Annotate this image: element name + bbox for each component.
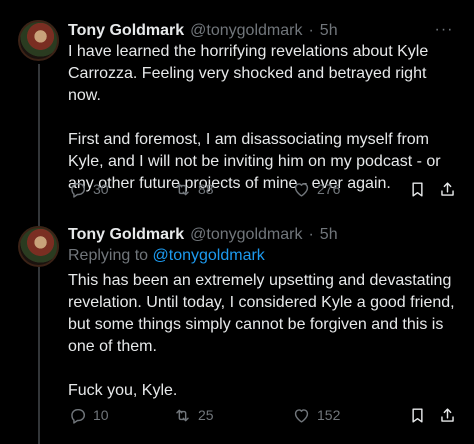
retweet-count: 88 — [198, 181, 214, 197]
reply-button[interactable]: 30 — [68, 180, 109, 199]
reply-bubble-icon — [71, 408, 86, 424]
tweet-actions: 10 25 152 — [68, 403, 458, 427]
retweet-count: 25 — [198, 407, 214, 423]
like-count: 276 — [317, 181, 341, 197]
replying-prefix: Replying to — [68, 247, 149, 264]
avatar[interactable] — [18, 226, 59, 267]
share-icon — [441, 407, 454, 422]
share-button[interactable] — [438, 406, 457, 425]
tweet-text: I have learned the horrifying revelation… — [68, 41, 463, 195]
tweet-paragraph: I have learned the horrifying revelation… — [68, 43, 429, 104]
reply-count: 30 — [93, 181, 109, 197]
reply-bubble-icon — [71, 182, 86, 198]
tweet-paragraph: This has been an extremely upsetting and… — [68, 272, 455, 355]
tweet-header: Tony Goldmark @tonygoldmark · 5h — [68, 225, 338, 245]
tweet-actions: 30 88 276 — [68, 177, 458, 201]
retweet-icon — [176, 409, 189, 421]
like-count: 152 — [317, 407, 341, 423]
share-button[interactable] — [438, 180, 457, 199]
reply-button[interactable]: 10 — [68, 406, 109, 425]
reply-count: 10 — [93, 407, 109, 423]
author-handle[interactable]: @tonygoldmark — [190, 22, 302, 40]
bookmark-button[interactable] — [408, 406, 427, 425]
tweet-header: Tony Goldmark @tonygoldmark · 5h — [68, 21, 338, 41]
replying-to-line: Replying to @tonygoldmark — [68, 247, 265, 265]
separator-dot: · — [308, 226, 314, 243]
bookmark-button[interactable] — [408, 180, 427, 199]
author-name[interactable]: Tony Goldmark — [68, 22, 184, 40]
tweet-timestamp[interactable]: 5h — [320, 22, 338, 40]
separator-dot: · — [308, 22, 314, 39]
replying-to-link[interactable]: @tonygoldmark — [153, 247, 265, 264]
share-icon — [441, 181, 454, 196]
tweet-1[interactable]: Tony Goldmark @tonygoldmark · 5h ··· I h… — [0, 0, 474, 214]
tweet-paragraph: Fuck you, Kyle. — [68, 382, 178, 399]
author-name[interactable]: Tony Goldmark — [68, 226, 184, 244]
heart-icon — [294, 408, 309, 423]
retweet-button[interactable]: 25 — [173, 406, 214, 425]
bookmark-icon — [412, 181, 423, 197]
retweet-icon — [176, 183, 189, 195]
like-button[interactable]: 152 — [292, 406, 340, 425]
author-handle[interactable]: @tonygoldmark — [190, 226, 302, 244]
bookmark-icon — [412, 407, 423, 423]
heart-icon — [294, 182, 309, 197]
tweet-text: This has been an extremely upsetting and… — [68, 270, 463, 402]
tweet-timestamp[interactable]: 5h — [320, 226, 338, 244]
like-button[interactable]: 276 — [292, 180, 340, 199]
more-options-icon[interactable]: ··· — [434, 20, 454, 40]
retweet-button[interactable]: 88 — [173, 180, 214, 199]
avatar[interactable] — [18, 20, 59, 61]
